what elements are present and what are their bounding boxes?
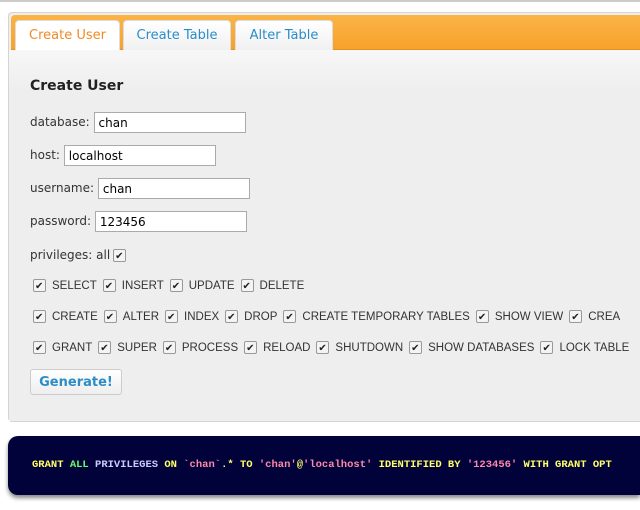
- sql-token: GRANT: [32, 459, 70, 471]
- host-label: host:: [30, 148, 60, 162]
- password-label: password:: [30, 214, 92, 228]
- sql-token: 'localhost': [303, 459, 373, 471]
- tab-alter-table[interactable]: Alter Table: [235, 20, 333, 51]
- privilege-label: ALTER: [122, 311, 160, 323]
- privilege-checkbox[interactable]: [240, 276, 254, 298]
- sql-token: .* TO: [221, 459, 259, 471]
- sql-token: `chan`: [183, 459, 222, 471]
- privilege-label: INDEX: [184, 311, 220, 323]
- window-top-border: [0, 0, 640, 2]
- privilege-label: SELECT: [52, 280, 97, 292]
- privilege-checkbox[interactable]: [33, 307, 46, 329]
- privilege-checkbox[interactable]: [316, 338, 330, 360]
- privilege-checkbox[interactable]: [409, 338, 423, 360]
- privilege-checkbox[interactable]: [103, 307, 117, 329]
- sql-token: IDENTIFIED BY: [372, 459, 467, 471]
- privilege-label: GRANT: [52, 342, 93, 354]
- privilege-checkbox[interactable]: [540, 338, 554, 360]
- privilege-checkbox[interactable]: [244, 338, 258, 360]
- tabs-panel: Create User Create Table Alter Table Cre…: [8, 12, 640, 422]
- sql-token: '123456': [466, 459, 518, 471]
- form-title: Create User: [30, 78, 124, 94]
- privilege-label: UPDATE: [188, 280, 235, 292]
- privilege-checkbox[interactable]: [225, 307, 239, 329]
- privilege-label: DELETE: [259, 280, 305, 292]
- host-input[interactable]: [63, 145, 216, 166]
- privilege-label: RELOAD: [263, 342, 311, 354]
- database-label: database:: [30, 115, 90, 129]
- privilege-row: SELECT INSERT UPDATE DELETE: [30, 275, 640, 298]
- privilege-label: LOCK TABLE: [559, 342, 630, 354]
- privilege-checkbox[interactable]: [98, 338, 112, 360]
- tab-create-user[interactable]: Create User: [15, 20, 120, 52]
- privilege-label: SHUTDOWN: [335, 342, 404, 354]
- privilege-label: SUPER: [117, 342, 157, 354]
- generate-button[interactable]: Generate!: [30, 369, 122, 395]
- privileges-all-label: privileges: all: [30, 248, 111, 262]
- privilege-checkbox[interactable]: [33, 338, 46, 360]
- sql-token: ALL: [69, 459, 96, 471]
- username-label: username:: [30, 181, 95, 195]
- privilege-label: SHOW DATABASES: [428, 342, 535, 354]
- sql-token: PRIVILEGES: [95, 459, 165, 471]
- privilege-checkbox[interactable]: [102, 276, 116, 298]
- privilege-checkbox[interactable]: [162, 338, 176, 360]
- privilege-checkbox[interactable]: [283, 307, 297, 329]
- privilege-label: INSERT: [121, 280, 164, 292]
- database-input[interactable]: [93, 112, 246, 133]
- tab-bar: Create User Create Table Alter Table: [11, 15, 640, 52]
- privilege-label: CREATE: [52, 311, 98, 323]
- username-input[interactable]: [97, 178, 250, 199]
- password-input[interactable]: [94, 211, 247, 232]
- privilege-checkbox[interactable]: [165, 307, 179, 329]
- sql-token: 'chan': [258, 459, 297, 471]
- privilege-checkbox[interactable]: [475, 307, 489, 329]
- sql-token: WITH GRANT OPT: [517, 459, 612, 471]
- privilege-label: CREATE TEMPORARY TABLES: [302, 311, 470, 323]
- privilege-label: DROP: [244, 311, 278, 323]
- privilege-label: CREA: [588, 311, 621, 323]
- privilege-checkbox[interactable]: [33, 276, 46, 298]
- privilege-checkbox[interactable]: [569, 307, 583, 329]
- privilege-row: GRANT SUPER PROCESS RELOAD SHUTDOWN SHOW DATA…: [30, 337, 640, 360]
- all-privileges-checkbox[interactable]: [113, 246, 127, 268]
- tab-create-table[interactable]: Create Table: [123, 20, 231, 51]
- privilege-checkbox[interactable]: [169, 276, 183, 298]
- privilege-label: PROCESS: [181, 342, 239, 354]
- sql-output: GRANT ALL PRIVILEGES ON `chan`.* TO 'cha…: [8, 436, 640, 495]
- sql-token: ON: [164, 459, 184, 471]
- create-user-form: Create User database: host: username: pa…: [9, 50, 640, 421]
- privilege-row: CREATE ALTER INDEX DROP CREATE TEMPORARY TAB…: [30, 306, 640, 329]
- privilege-label: SHOW VIEW: [494, 311, 564, 323]
